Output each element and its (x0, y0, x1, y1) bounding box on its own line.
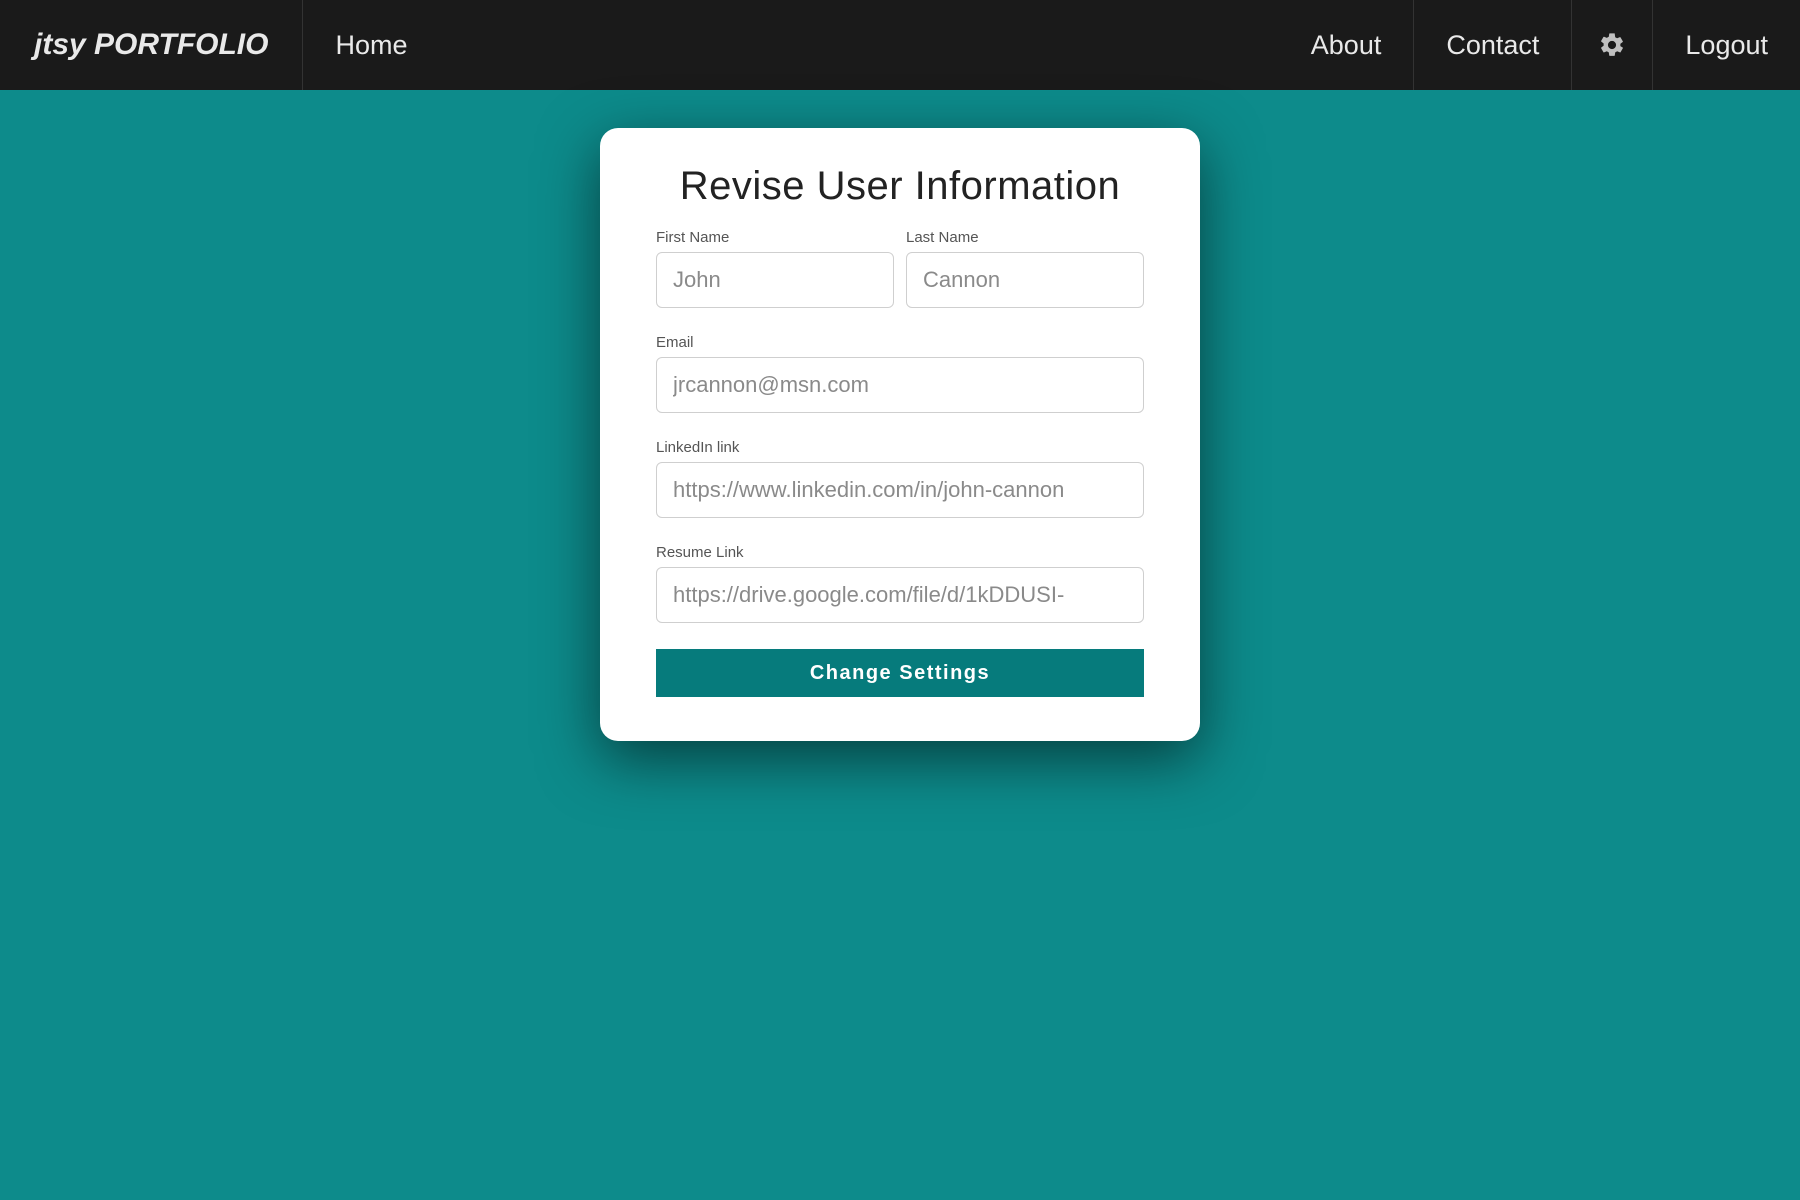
linkedin-label: LinkedIn link (656, 439, 1144, 456)
nav-settings[interactable] (1572, 0, 1653, 90)
first-name-input[interactable] (656, 252, 894, 308)
resume-label: Resume Link (656, 544, 1144, 561)
resume-input[interactable] (656, 567, 1144, 623)
email-label: Email (656, 334, 1144, 351)
nav-contact[interactable]: Contact (1414, 0, 1572, 90)
settings-card: Revise User Information First Name Last … (600, 128, 1200, 741)
last-name-label: Last Name (906, 229, 1144, 246)
change-settings-button[interactable]: Change Settings (656, 649, 1144, 697)
email-input[interactable] (656, 357, 1144, 413)
first-name-label: First Name (656, 229, 894, 246)
nav-logout[interactable]: Logout (1653, 0, 1800, 90)
gear-icon (1598, 31, 1626, 59)
nav-home[interactable]: Home (303, 0, 439, 90)
card-title: Revise User Information (656, 164, 1144, 209)
top-navbar: jtsy PORTFOLIO Home About Contact Logout (0, 0, 1800, 90)
linkedin-input[interactable] (656, 462, 1144, 518)
brand-logo[interactable]: jtsy PORTFOLIO (0, 0, 303, 90)
page-body: Revise User Information First Name Last … (0, 90, 1800, 1200)
nav-about[interactable]: About (1279, 0, 1415, 90)
last-name-input[interactable] (906, 252, 1144, 308)
